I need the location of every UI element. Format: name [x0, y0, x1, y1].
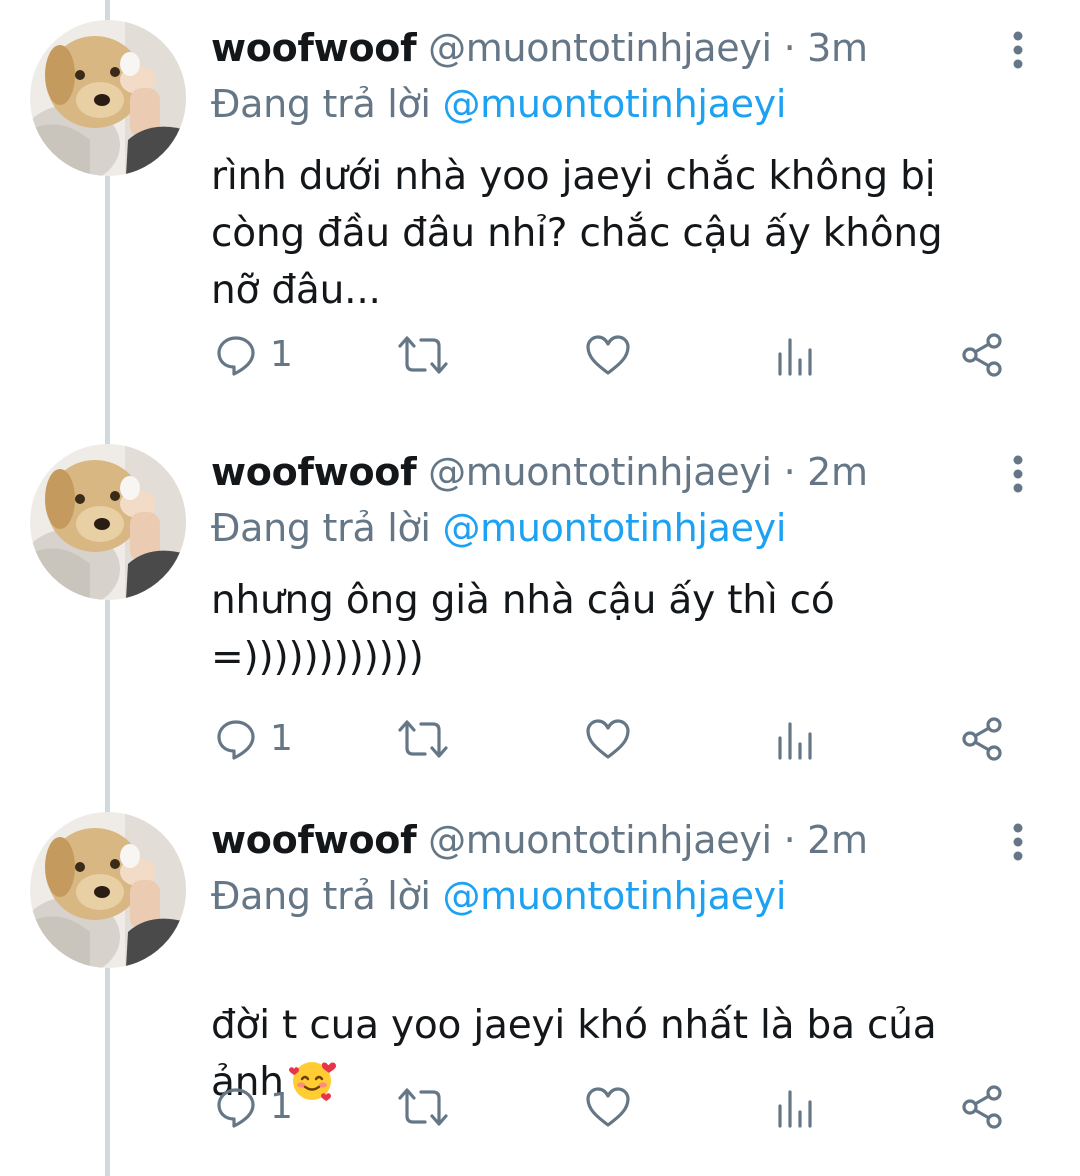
retweet-icon — [398, 336, 448, 374]
share-button[interactable] — [960, 714, 1006, 764]
vertical-dots-icon — [1013, 823, 1023, 861]
analytics-button[interactable] — [774, 1082, 818, 1132]
avatar[interactable] — [30, 20, 186, 176]
replying-to-label: Đang trả lời — [211, 874, 431, 918]
tweet[interactable]: woofwoof @muontotinhjaeyi · 2m Đang trả … — [0, 792, 1080, 1160]
separator-dot: · — [783, 818, 796, 862]
retweet-button[interactable] — [396, 714, 450, 764]
tweet[interactable]: woofwoof @muontotinhjaeyi · 3m Đang trả … — [0, 0, 1080, 377]
heart-icon — [586, 719, 630, 759]
vertical-dots-icon — [1013, 31, 1023, 69]
user-handle[interactable]: @muontotinhjaeyi — [428, 26, 772, 70]
like-button[interactable] — [584, 330, 632, 380]
retweet-icon — [398, 1088, 448, 1126]
speech-bubble-icon — [217, 720, 255, 760]
display-name[interactable]: woofwoof — [211, 450, 417, 494]
tweet-header: woofwoof @muontotinhjaeyi · 2m — [211, 814, 868, 866]
speech-bubble-icon — [217, 1088, 255, 1128]
avatar[interactable] — [30, 444, 186, 600]
reply-count: 1 — [270, 334, 293, 375]
replying-to: Đang trả lời @muontotinhjaeyi — [211, 78, 786, 130]
more-options-button[interactable] — [1000, 452, 1036, 496]
share-icon — [962, 717, 1002, 761]
puppy-avatar-image — [30, 444, 186, 600]
display-name[interactable]: woofwoof — [211, 818, 417, 862]
speech-bubble-icon — [217, 336, 255, 376]
bar-chart-icon — [778, 722, 812, 760]
reply-button[interactable]: 1 — [214, 330, 293, 380]
avatar[interactable] — [30, 812, 186, 968]
tweet-header: woofwoof @muontotinhjaeyi · 3m — [211, 22, 868, 74]
tweet-header: woofwoof @muontotinhjaeyi · 2m — [211, 446, 868, 498]
reply-button[interactable]: 1 — [214, 1082, 293, 1132]
more-options-button[interactable] — [1000, 820, 1036, 864]
reply-button[interactable]: 1 — [214, 714, 293, 764]
reply-count: 1 — [270, 1086, 293, 1127]
mention-link[interactable]: @muontotinhjaeyi — [442, 82, 786, 126]
display-name[interactable]: woofwoof — [211, 26, 417, 70]
vertical-dots-icon — [1013, 455, 1023, 493]
user-handle[interactable]: @muontotinhjaeyi — [428, 818, 772, 862]
share-button[interactable] — [960, 330, 1006, 380]
analytics-button[interactable] — [774, 330, 818, 380]
share-button[interactable] — [960, 1082, 1006, 1132]
replying-to: Đang trả lời @muontotinhjaeyi — [211, 870, 786, 922]
tweet[interactable]: woofwoof @muontotinhjaeyi · 2m Đang trả … — [0, 424, 1080, 792]
timestamp[interactable]: 3m — [807, 26, 868, 70]
user-handle[interactable]: @muontotinhjaeyi — [428, 450, 772, 494]
heart-icon — [586, 335, 630, 375]
like-button[interactable] — [584, 714, 632, 764]
action-bar: 1 — [0, 1082, 1080, 1132]
replying-to-label: Đang trả lời — [211, 82, 431, 126]
puppy-avatar-image — [30, 20, 186, 176]
replying-to-label: Đang trả lời — [211, 506, 431, 550]
action-bar: 1 — [0, 330, 1080, 380]
retweet-button[interactable] — [396, 330, 450, 380]
more-options-button[interactable] — [1000, 28, 1036, 72]
heart-icon — [586, 1087, 630, 1127]
timestamp[interactable]: 2m — [807, 818, 868, 862]
analytics-button[interactable] — [774, 714, 818, 764]
mention-link[interactable]: @muontotinhjaeyi — [442, 506, 786, 550]
tweet-text: rình dưới nhà yoo jaeyi chắc không bị cò… — [211, 154, 943, 313]
retweet-icon — [398, 720, 448, 758]
bar-chart-icon — [778, 1090, 812, 1128]
puppy-avatar-image — [30, 812, 186, 968]
share-icon — [962, 1085, 1002, 1129]
mention-link[interactable]: @muontotinhjaeyi — [442, 874, 786, 918]
tweet-text: nhưng ông già nhà cậu ấy thì có =)))))))… — [211, 578, 835, 680]
share-icon — [962, 333, 1002, 377]
reply-count: 1 — [270, 718, 293, 759]
action-bar: 1 — [0, 714, 1080, 764]
separator-dot: · — [783, 26, 796, 70]
timestamp[interactable]: 2m — [807, 450, 868, 494]
separator-dot: · — [783, 450, 796, 494]
retweet-button[interactable] — [396, 1082, 450, 1132]
bar-chart-icon — [778, 338, 812, 376]
like-button[interactable] — [584, 1082, 632, 1132]
replying-to: Đang trả lời @muontotinhjaeyi — [211, 502, 786, 554]
